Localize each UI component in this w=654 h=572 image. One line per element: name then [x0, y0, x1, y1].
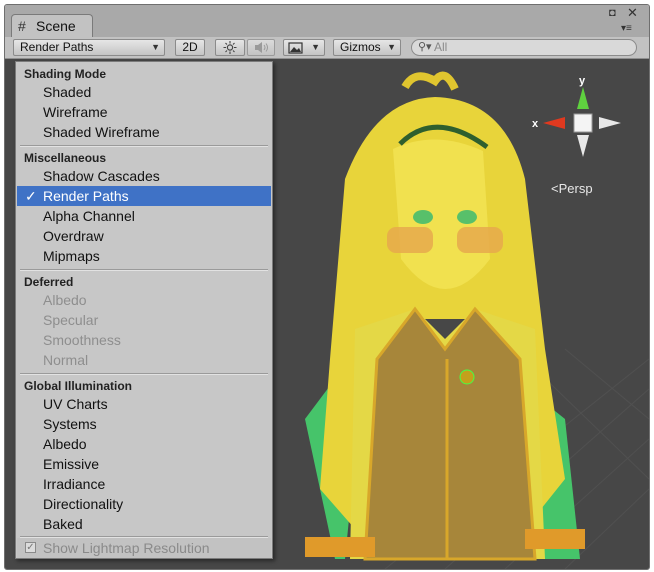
- menu-item-irradiance[interactable]: Irradiance: [17, 474, 271, 494]
- 2d-toggle-button[interactable]: 2D: [175, 39, 205, 56]
- lighting-toggle-button[interactable]: [215, 39, 245, 56]
- projection-label: Persp: [558, 181, 593, 196]
- chevron-down-icon: ▼: [311, 42, 320, 52]
- render-mode-label: Render Paths: [20, 40, 94, 54]
- menu-item-gi-albedo[interactable]: Albedo: [17, 434, 271, 454]
- menu-item-normal: Normal: [43, 352, 89, 368]
- render-mode-dropdown[interactable]: Render Paths ▼: [13, 39, 165, 56]
- miscellaneous-header: Miscellaneous: [24, 151, 107, 165]
- sun-icon: [223, 41, 237, 54]
- close-icon[interactable]: ✕: [627, 6, 638, 19]
- menu-item-baked[interactable]: Baked: [17, 514, 271, 534]
- image-icon: [288, 42, 303, 54]
- global-illumination-header: Global Illumination: [24, 379, 132, 393]
- scene-toolbar: Render Paths ▼ 2D ▼ Gizmos ▼ ⚲▾ All: [5, 37, 649, 59]
- speaker-icon: [255, 42, 268, 53]
- shading-mode-header: Shading Mode: [24, 67, 106, 81]
- menu-item-emissive[interactable]: Emissive: [17, 454, 271, 474]
- search-placeholder: All: [434, 40, 448, 54]
- menu-separator: [20, 145, 268, 147]
- menu-item-uv-charts[interactable]: UV Charts: [17, 394, 271, 414]
- menu-item-shaded-wireframe[interactable]: Shaded Wireframe: [17, 122, 271, 142]
- chevron-down-icon: ▼: [151, 42, 160, 52]
- tab-scene-label: Scene: [36, 18, 76, 34]
- deferred-header: Deferred: [24, 275, 74, 289]
- show-lightmap-resolution-toggle[interactable]: ✓ Show Lightmap Resolution: [17, 538, 271, 558]
- menu-item-deferred-albedo: Albedo: [43, 292, 87, 308]
- tab-scene[interactable]: # Scene: [11, 14, 93, 38]
- scene-window: # Scene ◘ ✕ ▾≡ Render Paths ▼ 2D ▼ Gizmo…: [4, 4, 650, 570]
- menu-item-shaded[interactable]: Shaded: [17, 82, 271, 102]
- render-mode-menu: Shading Mode Shaded Wireframe Shaded Wir…: [15, 61, 273, 559]
- search-input[interactable]: ⚲▾ All: [411, 39, 637, 56]
- menu-separator: [20, 373, 268, 375]
- menu-item-mipmaps[interactable]: Mipmaps: [17, 246, 271, 266]
- tab-bar: # Scene ◘ ✕ ▾≡: [5, 5, 649, 38]
- maximize-icon[interactable]: ◘: [609, 7, 616, 19]
- checkbox-icon: ✓: [25, 542, 36, 553]
- gizmo-y-label: y: [579, 75, 586, 87]
- orientation-gizmo[interactable]: y x: [527, 71, 637, 181]
- tab-menu-icon[interactable]: ▾≡: [621, 23, 632, 35]
- chevron-down-icon: ▼: [387, 42, 396, 52]
- scene-icon: #: [18, 18, 26, 34]
- audio-toggle-button[interactable]: [247, 39, 275, 56]
- menu-item-shadow-cascades[interactable]: Shadow Cascades: [17, 166, 271, 186]
- menu-item-directionality[interactable]: Directionality: [17, 494, 271, 514]
- projection-icon: <: [551, 181, 559, 196]
- search-icon: ⚲▾: [418, 41, 432, 53]
- menu-item-systems[interactable]: Systems: [17, 414, 271, 434]
- menu-item-smoothness: Smoothness: [43, 332, 121, 348]
- menu-item-alpha-channel[interactable]: Alpha Channel: [17, 206, 271, 226]
- gizmos-dropdown[interactable]: Gizmos ▼: [333, 39, 401, 56]
- gizmo-x-label: x: [532, 118, 539, 130]
- menu-item-overdraw[interactable]: Overdraw: [17, 226, 271, 246]
- menu-separator: [20, 269, 268, 271]
- effects-dropdown[interactable]: ▼: [283, 39, 325, 56]
- menu-item-wireframe[interactable]: Wireframe: [17, 102, 271, 122]
- menu-item-specular: Specular: [43, 312, 99, 328]
- gizmos-label: Gizmos: [340, 40, 381, 54]
- menu-item-render-paths[interactable]: ✓ Render Paths: [17, 186, 271, 206]
- projection-toggle[interactable]: <Persp: [551, 181, 593, 196]
- checkmark-icon: ✓: [25, 188, 37, 204]
